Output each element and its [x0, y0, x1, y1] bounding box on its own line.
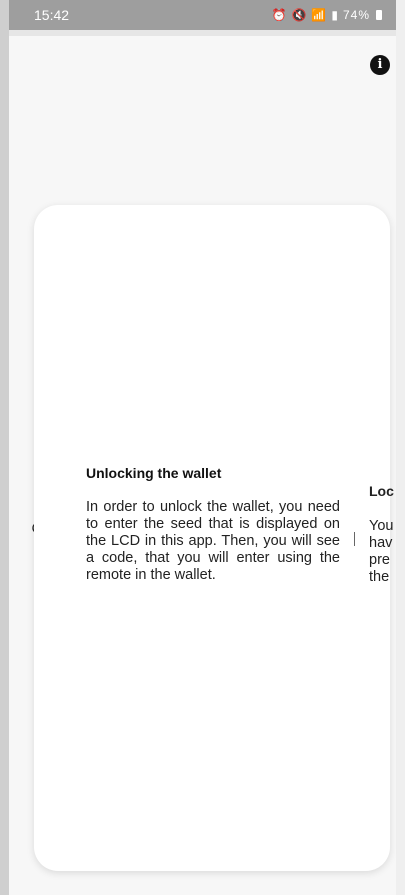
next-card-title: Loc — [369, 483, 394, 499]
info-button[interactable]: i — [370, 55, 390, 75]
battery-text: 74% — [342, 8, 370, 22]
right-divider — [354, 532, 355, 546]
next-card-line: hav — [369, 535, 393, 551]
right-edge — [396, 0, 405, 895]
status-bar: 15:42 ⏰ 🔇 📶 ▮ 74% — [9, 0, 396, 30]
onboarding-card[interactable]: Unlocking the wallet In order to unlock … — [34, 205, 390, 871]
card-content: Unlocking the wallet In order to unlock … — [86, 465, 340, 584]
next-card-peek[interactable]: Loc You hav pre the — [369, 483, 396, 586]
info-icon: i — [377, 57, 383, 72]
next-card-line: You — [369, 518, 394, 534]
status-icons: ⏰ 🔇 📶 ▮ 74% — [271, 8, 382, 22]
wifi-icon: 📶 — [311, 8, 328, 22]
next-card-line: pre — [369, 552, 390, 568]
signal-icon: ▮ — [331, 8, 339, 22]
status-time: 15:42 — [34, 7, 70, 23]
next-card-line: the — [369, 569, 390, 585]
mute-icon: 🔇 — [291, 8, 308, 22]
card-body: In order to unlock the wallet, you need … — [86, 499, 340, 583]
top-strip — [9, 30, 396, 36]
left-edge — [0, 0, 9, 895]
card-title: Unlocking the wallet — [86, 465, 222, 481]
alarm-icon: ⏰ — [271, 8, 288, 22]
battery-icon — [376, 10, 382, 20]
